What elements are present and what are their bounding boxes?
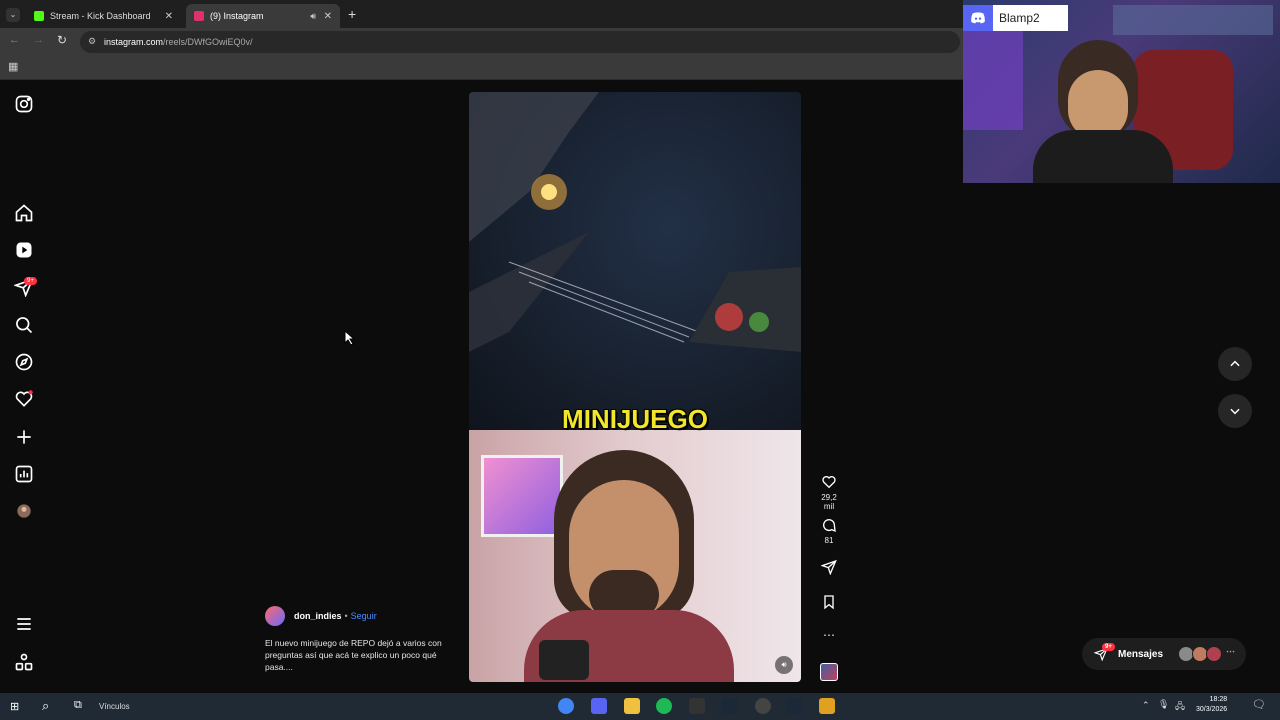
spotify-icon[interactable] <box>656 698 672 714</box>
streamer-shirt <box>1033 130 1173 183</box>
comment-icon <box>823 519 836 533</box>
messages-badge: 9+ <box>1102 643 1115 651</box>
tab-instagram[interactable]: (9) Instagram 🔊︎ ✕ <box>186 4 340 28</box>
share-action[interactable] <box>816 559 842 578</box>
task-view-icon[interactable]: ⧉ <box>74 699 82 712</box>
obs-icon[interactable] <box>755 698 771 714</box>
audio-thumbnail[interactable] <box>820 663 838 681</box>
reload-icon[interactable]: ↻ <box>57 33 67 47</box>
browser-tab-bar: ⌄ Stream - Kick Dashboard ✕ (9) Instagra… <box>0 0 963 28</box>
next-reel-button[interactable] <box>1218 394 1252 428</box>
comment-action[interactable]: 81 <box>816 517 842 545</box>
app-icon[interactable] <box>819 698 835 714</box>
microphone <box>539 640 589 680</box>
messages-label: Mensajes <box>1118 648 1164 660</box>
author-avatar[interactable] <box>265 606 285 626</box>
home-icon[interactable] <box>14 203 34 223</box>
discord-logo-icon <box>963 5 993 31</box>
notification-badge: 9+ <box>24 277 37 285</box>
kick-favicon-icon <box>34 11 44 21</box>
creator-webcam-footage: 🔊︎ <box>469 430 801 682</box>
forward-arrow-icon[interactable]: → <box>33 34 44 46</box>
more-menu-icon[interactable] <box>14 614 34 634</box>
bookmarks-bar: ▦ <box>0 55 963 80</box>
gameplay-footage <box>469 92 801 430</box>
windows-start-icon[interactable]: ⊞ <box>10 700 19 713</box>
like-action[interactable]: 29,2 mil <box>816 474 842 511</box>
address-toolbar: ← → ↻ ⚙ instagram.com/reels/DWfGOwiEQ0v/ <box>0 28 963 55</box>
notification-center-icon[interactable]: 🗨︎ <box>1252 698 1266 711</box>
follow-button[interactable]: Seguir <box>351 611 377 621</box>
instagram-logo-icon[interactable] <box>14 94 34 114</box>
tab-kick-dashboard[interactable]: Stream - Kick Dashboard ✕ <box>26 4 181 28</box>
reels-icon[interactable] <box>14 240 34 260</box>
new-tab-button[interactable]: + <box>348 6 356 22</box>
tab-title: (9) Instagram <box>210 11 264 21</box>
purple-light <box>963 30 1023 130</box>
comment-count: 81 <box>824 536 834 545</box>
tray-chevron-icon[interactable]: ⌃ <box>1142 700 1150 711</box>
search-icon[interactable]: ⌕ <box>42 698 49 714</box>
site-info-icon[interactable]: ⚙ <box>88 36 96 47</box>
reel-author: don_indies • Seguir <box>265 606 377 626</box>
search-icon[interactable] <box>14 315 34 335</box>
url-host: instagram.com <box>104 37 164 47</box>
explore-compass-icon[interactable] <box>14 352 34 372</box>
profile-avatar[interactable] <box>14 501 34 521</box>
steam-icon[interactable] <box>722 698 738 714</box>
heart-icon <box>822 476 836 489</box>
file-explorer-icon[interactable] <box>624 698 640 714</box>
more-options-icon[interactable]: ⋯ <box>816 628 842 642</box>
windows-taskbar: ⊞ ⌕ ⧉ Vínculos ⌃ 🎙︎ 🖧 🗨︎ <box>0 693 1280 720</box>
speaker-icon[interactable]: 🔊︎ <box>310 11 316 22</box>
anime-poster <box>481 455 563 537</box>
close-tab-icon[interactable]: ✕ <box>324 11 332 22</box>
create-plus-icon[interactable] <box>14 427 34 447</box>
tab-title: Stream - Kick Dashboard <box>50 11 151 21</box>
chrome-icon[interactable] <box>558 698 574 714</box>
background-shelf <box>1113 5 1273 35</box>
links-toolbar[interactable]: Vínculos <box>99 702 130 711</box>
save-action[interactable] <box>816 594 842 613</box>
instagram-favicon-icon <box>194 11 204 21</box>
messages-button[interactable]: 9+ Mensajes ⋯ <box>1082 638 1246 670</box>
chevron-down-icon <box>1230 408 1240 415</box>
also-from-meta-icon[interactable] <box>14 652 34 672</box>
previous-reel-button[interactable] <box>1218 347 1252 381</box>
mouse-cursor-icon <box>344 330 356 346</box>
message-avatar <box>1206 646 1222 662</box>
separator-dot: • <box>344 611 348 621</box>
steam-icon[interactable] <box>787 698 803 714</box>
video-caption: MINIJUEGO <box>562 404 708 434</box>
discord-username: Blamp2 <box>999 11 1040 25</box>
url-bar[interactable]: ⚙ instagram.com/reels/DWfGOwiEQ0v/ <box>80 31 960 53</box>
more-avatars-icon: ⋯ <box>1226 646 1235 656</box>
reel-video[interactable]: 🔊︎ MINIJUEGO <box>469 92 801 682</box>
close-tab-icon[interactable]: ✕ <box>165 11 173 22</box>
dashboard-chart-icon[interactable] <box>14 464 34 484</box>
like-count: 29,2 mil <box>821 493 837 511</box>
author-username[interactable]: don_indies <box>294 611 342 621</box>
apps-grid-icon[interactable]: ▦ <box>8 60 18 73</box>
chevron-up-icon <box>1230 360 1240 367</box>
notifications-heart-icon[interactable] <box>14 389 34 409</box>
tab-search-button[interactable]: ⌄ <box>6 8 20 22</box>
clock-time: 18:28 <box>1209 696 1228 703</box>
discord-icon[interactable] <box>591 698 607 714</box>
discord-voice-tag: Blamp2 <box>963 5 1068 31</box>
instagram-sidebar: 9+ <box>0 80 48 693</box>
bookmark-icon <box>824 595 834 610</box>
reel-description: El nuevo minijuego de REPO dejó a varios… <box>265 638 442 672</box>
epic-games-icon[interactable] <box>689 698 705 714</box>
network-tray-icon[interactable]: 🖧 <box>1175 699 1185 715</box>
back-arrow-icon[interactable]: ← <box>9 34 20 46</box>
microphone-tray-icon[interactable]: 🎙︎ <box>1158 699 1169 710</box>
clock-date: 30/3/2026 <box>1196 706 1228 713</box>
url-path: /reels/DWfGOwiEQ0v/ <box>163 37 253 47</box>
speaker-icon[interactable]: 🔊︎ <box>775 656 793 674</box>
share-icon <box>821 559 837 575</box>
taskbar-clock[interactable]: 18:28 30/3/2026 <box>1196 695 1227 715</box>
